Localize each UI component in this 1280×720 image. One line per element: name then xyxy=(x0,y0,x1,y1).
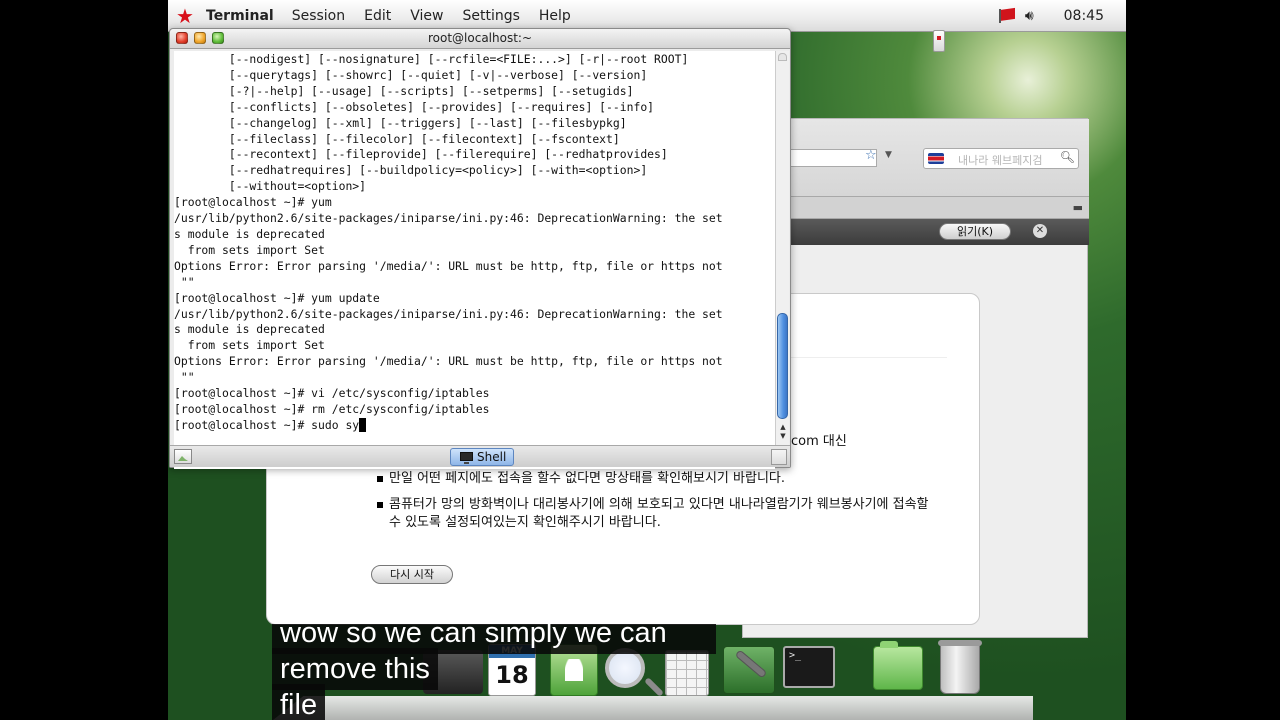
close-icon[interactable]: ✕ xyxy=(1033,224,1047,238)
browser-toolbar: ☆ ▼ 내나라 웨브페지검 🔍︎ xyxy=(743,119,1089,197)
list-item: 만일 어떤 페지에도 접속을 할수 없다면 망상태를 확인해보시기 바랍니다. xyxy=(375,470,935,488)
menu-view[interactable]: View xyxy=(410,8,443,24)
search-placeholder: 내나라 웨브페지검 xyxy=(958,154,1043,167)
search-engine-flag-icon[interactable] xyxy=(928,153,944,164)
text-cursor xyxy=(359,417,367,432)
error-suggestion-text: com 대신 xyxy=(791,434,847,449)
monitor-icon xyxy=(460,452,473,464)
search-icon[interactable]: 🔍︎ xyxy=(1060,150,1075,164)
terminal-line: [--nodigest] [--nosignature] [--rcfile=<… xyxy=(228,52,689,66)
chevron-down-icon[interactable]: ▼ xyxy=(885,150,892,160)
menu-session[interactable]: Session xyxy=(292,8,345,24)
terminal-window: root@localhost:~ [--nodigest] [--nosigna… xyxy=(169,28,791,469)
terminal-line: [root@localhost ~]# yum xyxy=(174,195,332,210)
system-preferences-icon[interactable] xyxy=(723,646,775,694)
terminal-tabbar: Shell xyxy=(170,445,790,467)
search-input[interactable]: 내나라 웨브페지검 🔍︎ xyxy=(923,148,1079,169)
terminal-line: [--conflicts] [--obsoletes] [--provides]… xyxy=(228,99,655,114)
resize-handle-icon[interactable] xyxy=(771,449,787,465)
divider xyxy=(787,357,947,358)
terminal-prompt-line[interactable]: [root@localhost ~]# sudo sy xyxy=(174,418,359,432)
menu-clock[interactable]: 08:45 xyxy=(1064,8,1104,24)
read-button[interactable]: 읽기(K) xyxy=(939,223,1011,240)
terminal-line: [root@localhost ~]# vi /etc/sysconfig/ip… xyxy=(174,386,490,401)
terminal-line: s module is deprecated xyxy=(174,226,325,241)
terminal-line: [--fileclass] [--filecolor] [--fileconte… xyxy=(228,131,620,146)
scroll-arrows-icon[interactable]: ▲ ▼ xyxy=(778,423,788,441)
desktop: ★ Terminal Session Edit View Settings He… xyxy=(168,0,1126,720)
caption-line: file xyxy=(272,684,326,720)
notification-bar: 읽기(K) ✕ xyxy=(743,219,1089,245)
terminal-line: /usr/lib/python2.6/site-packages/inipars… xyxy=(174,211,723,226)
terminal-text[interactable]: [--nodigest] [--nosignature] [--rcfile=<… xyxy=(174,52,723,434)
terminal-line: from sets import Set xyxy=(187,338,325,353)
terminal-line: s module is deprecated xyxy=(174,322,325,337)
terminal-line: "" xyxy=(180,370,195,385)
terminal-line: [-?|--help] [--usage] [--scripts] [--set… xyxy=(228,83,634,98)
terminal-line: [root@localhost ~]# yum update xyxy=(174,290,380,305)
terminal-line: [--redhatrequires] [--buildpolicy=<polic… xyxy=(228,163,648,178)
tab-shell-label: Shell xyxy=(477,450,507,464)
terminal-line: [--recontext] [--fileprovide] [--filereq… xyxy=(228,147,668,162)
window-title: root@localhost:~ xyxy=(427,31,533,45)
scroll-cap xyxy=(778,53,787,61)
tab-strip: ▬ xyxy=(743,197,1089,219)
terminal-line: [--querytags] [--showrc] [--quiet] [-v|-… xyxy=(228,67,648,82)
error-suggestions-list: 만일 어떤 페지에도 접속을 할수 없다면 망상태를 확인해보시기 바랍니다. … xyxy=(375,470,935,540)
menu-settings[interactable]: Settings xyxy=(462,8,519,24)
app-menu-terminal[interactable]: Terminal xyxy=(206,8,274,24)
menu-edit[interactable]: Edit xyxy=(364,8,391,24)
menu-extras: 🔊︎ 08:45 xyxy=(998,0,1126,32)
terminal-line: "" xyxy=(180,274,195,289)
list-item: 콤퓨터가 망의 방화벽이나 대리봉사기에 의해 보호되고 있다면 내나라열람기가… xyxy=(375,496,935,532)
folder-icon[interactable] xyxy=(873,641,923,690)
new-tab-image-icon[interactable] xyxy=(174,449,192,464)
terminal-titlebar[interactable]: root@localhost:~ xyxy=(170,29,790,49)
terminal-output[interactable]: [--nodigest] [--nosignature] [--rcfile=<… xyxy=(174,51,775,469)
scrollbar-thumb[interactable] xyxy=(777,313,788,419)
terminal-line: [--without=<option>] xyxy=(228,179,367,194)
terminal-line: Options Error: Error parsing '/media/': … xyxy=(174,258,723,273)
tab-shell[interactable]: Shell xyxy=(450,448,514,466)
try-again-button[interactable]: 다시 시작 xyxy=(371,565,453,584)
vertical-scrollbar[interactable]: ▲ ▼ xyxy=(775,51,789,449)
tab-list-icon[interactable]: ▬ xyxy=(1073,201,1083,214)
window-tab-handle[interactable] xyxy=(933,30,945,52)
flag-icon[interactable] xyxy=(998,9,1019,23)
bookmark-star-icon[interactable]: ☆ xyxy=(865,148,877,163)
terminal-line: from sets import Set xyxy=(187,242,325,257)
terminal-app-icon[interactable]: >_ xyxy=(783,646,835,688)
terminal-line: /usr/lib/python2.6/site-packages/inipars… xyxy=(174,306,723,321)
menu-help[interactable]: Help xyxy=(539,8,571,24)
terminal-line: [root@localhost ~]# rm /etc/sysconfig/ip… xyxy=(174,401,490,416)
video-caption: wow so we can simply we can remove this … xyxy=(272,624,720,720)
trash-icon[interactable] xyxy=(938,640,982,694)
terminal-line: [--changelog] [--xml] [--triggers] [--la… xyxy=(228,115,627,130)
terminal-line: Options Error: Error parsing '/media/': … xyxy=(174,354,723,369)
volume-icon[interactable]: 🔊︎ xyxy=(1025,8,1034,24)
red-star-menu-icon[interactable]: ★ xyxy=(174,5,196,27)
